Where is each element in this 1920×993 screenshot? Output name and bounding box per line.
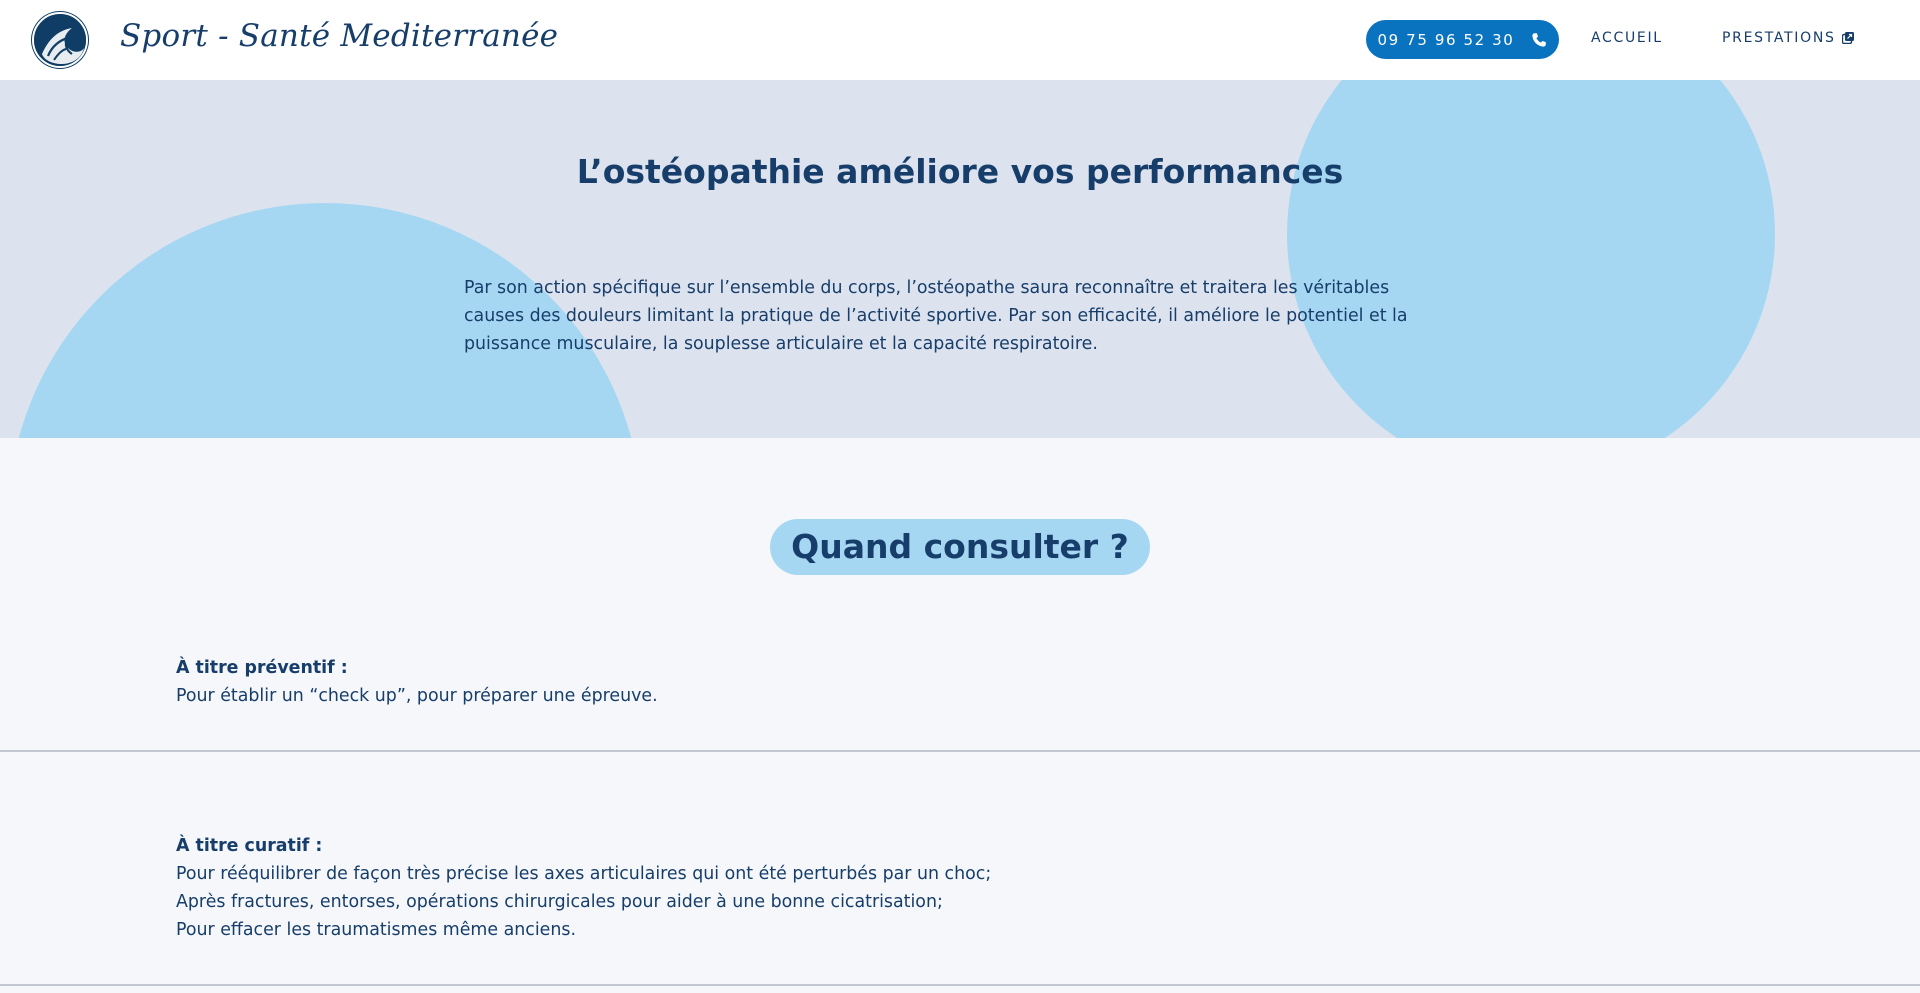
consult-heading-wrap: Quand consulter ? (0, 519, 1920, 575)
wave-logo-icon[interactable] (32, 12, 88, 68)
phone-icon (1531, 32, 1547, 48)
hero-text: Par son action spécifique sur l’ensemble… (464, 278, 1408, 354)
curatif-label: À titre curatif : (176, 836, 323, 856)
nav-prestations-label: PRESTATIONS (1722, 30, 1836, 46)
curatif-line: Pour effacer les traumatismes même ancie… (176, 920, 576, 940)
nav-accueil[interactable]: ACCUEIL (1591, 30, 1663, 46)
brand-name[interactable]: Sport - Santé Mediterranée (120, 18, 558, 54)
preventif-label: À titre préventif : (176, 658, 348, 678)
curatif-line: Pour rééquilibrer de façon très précise … (176, 864, 992, 884)
section-curatif: À titre curatif : Pour rééquilibrer de f… (176, 832, 1576, 944)
consult-title: Quand consulter ? (770, 519, 1150, 575)
curatif-line: Après fractures, entorses, opérations ch… (176, 892, 943, 912)
hero-section: L’ostéopathie améliore vos performances … (0, 80, 1920, 438)
phone-button[interactable]: 09 75 96 52 30 (1366, 20, 1559, 59)
divider (0, 984, 1920, 986)
nav-prestations[interactable]: PRESTATIONS (1722, 30, 1854, 46)
preventif-line: Pour établir un “check up”, pour prépare… (176, 686, 658, 706)
site-header: Sport - Santé Mediterranée 09 75 96 52 3… (0, 0, 1920, 80)
section-preventif: À titre préventif : Pour établir un “che… (176, 654, 1576, 710)
hero-title: L’ostéopathie améliore vos performances (576, 152, 1344, 191)
divider (0, 750, 1920, 752)
phone-number: 09 75 96 52 30 (1377, 30, 1515, 49)
external-link-icon (1841, 32, 1854, 45)
decorative-circle-right (1287, 80, 1775, 438)
